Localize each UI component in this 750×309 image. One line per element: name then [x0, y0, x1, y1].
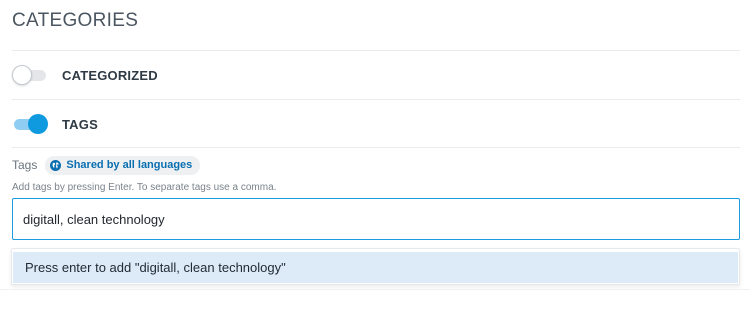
divider	[12, 50, 740, 51]
categorized-label: CATEGORIZED	[62, 67, 158, 83]
globe-icon	[50, 159, 62, 171]
tags-toggle[interactable]	[12, 114, 48, 134]
tags-toggle-row: TAGS	[12, 109, 98, 139]
tags-label: TAGS	[62, 116, 98, 132]
badge-text: Shared by all languages	[66, 159, 193, 171]
tags-help-text: Add tags by pressing Enter. To separate …	[12, 182, 277, 193]
tags-field-label: Tags	[12, 158, 38, 172]
section-title: CATEGORIES	[12, 10, 139, 31]
toggle-knob	[12, 65, 32, 85]
divider	[0, 289, 750, 290]
tags-input[interactable]	[12, 198, 740, 240]
categories-panel: CATEGORIES CATEGORIZED TAGS Tags Shared …	[0, 0, 750, 309]
toggle-knob	[28, 114, 48, 134]
tags-field-header: Tags Shared by all languages	[12, 155, 201, 175]
tags-suggestion-dropdown: Press enter to add "digitall, clean tech…	[11, 248, 740, 285]
add-tag-suggestion[interactable]: Press enter to add "digitall, clean tech…	[13, 252, 738, 283]
categorized-toggle-row: CATEGORIZED	[12, 60, 158, 90]
divider	[12, 99, 740, 100]
divider	[12, 147, 740, 148]
shared-languages-badge: Shared by all languages	[45, 155, 201, 175]
categorized-toggle[interactable]	[12, 65, 46, 85]
